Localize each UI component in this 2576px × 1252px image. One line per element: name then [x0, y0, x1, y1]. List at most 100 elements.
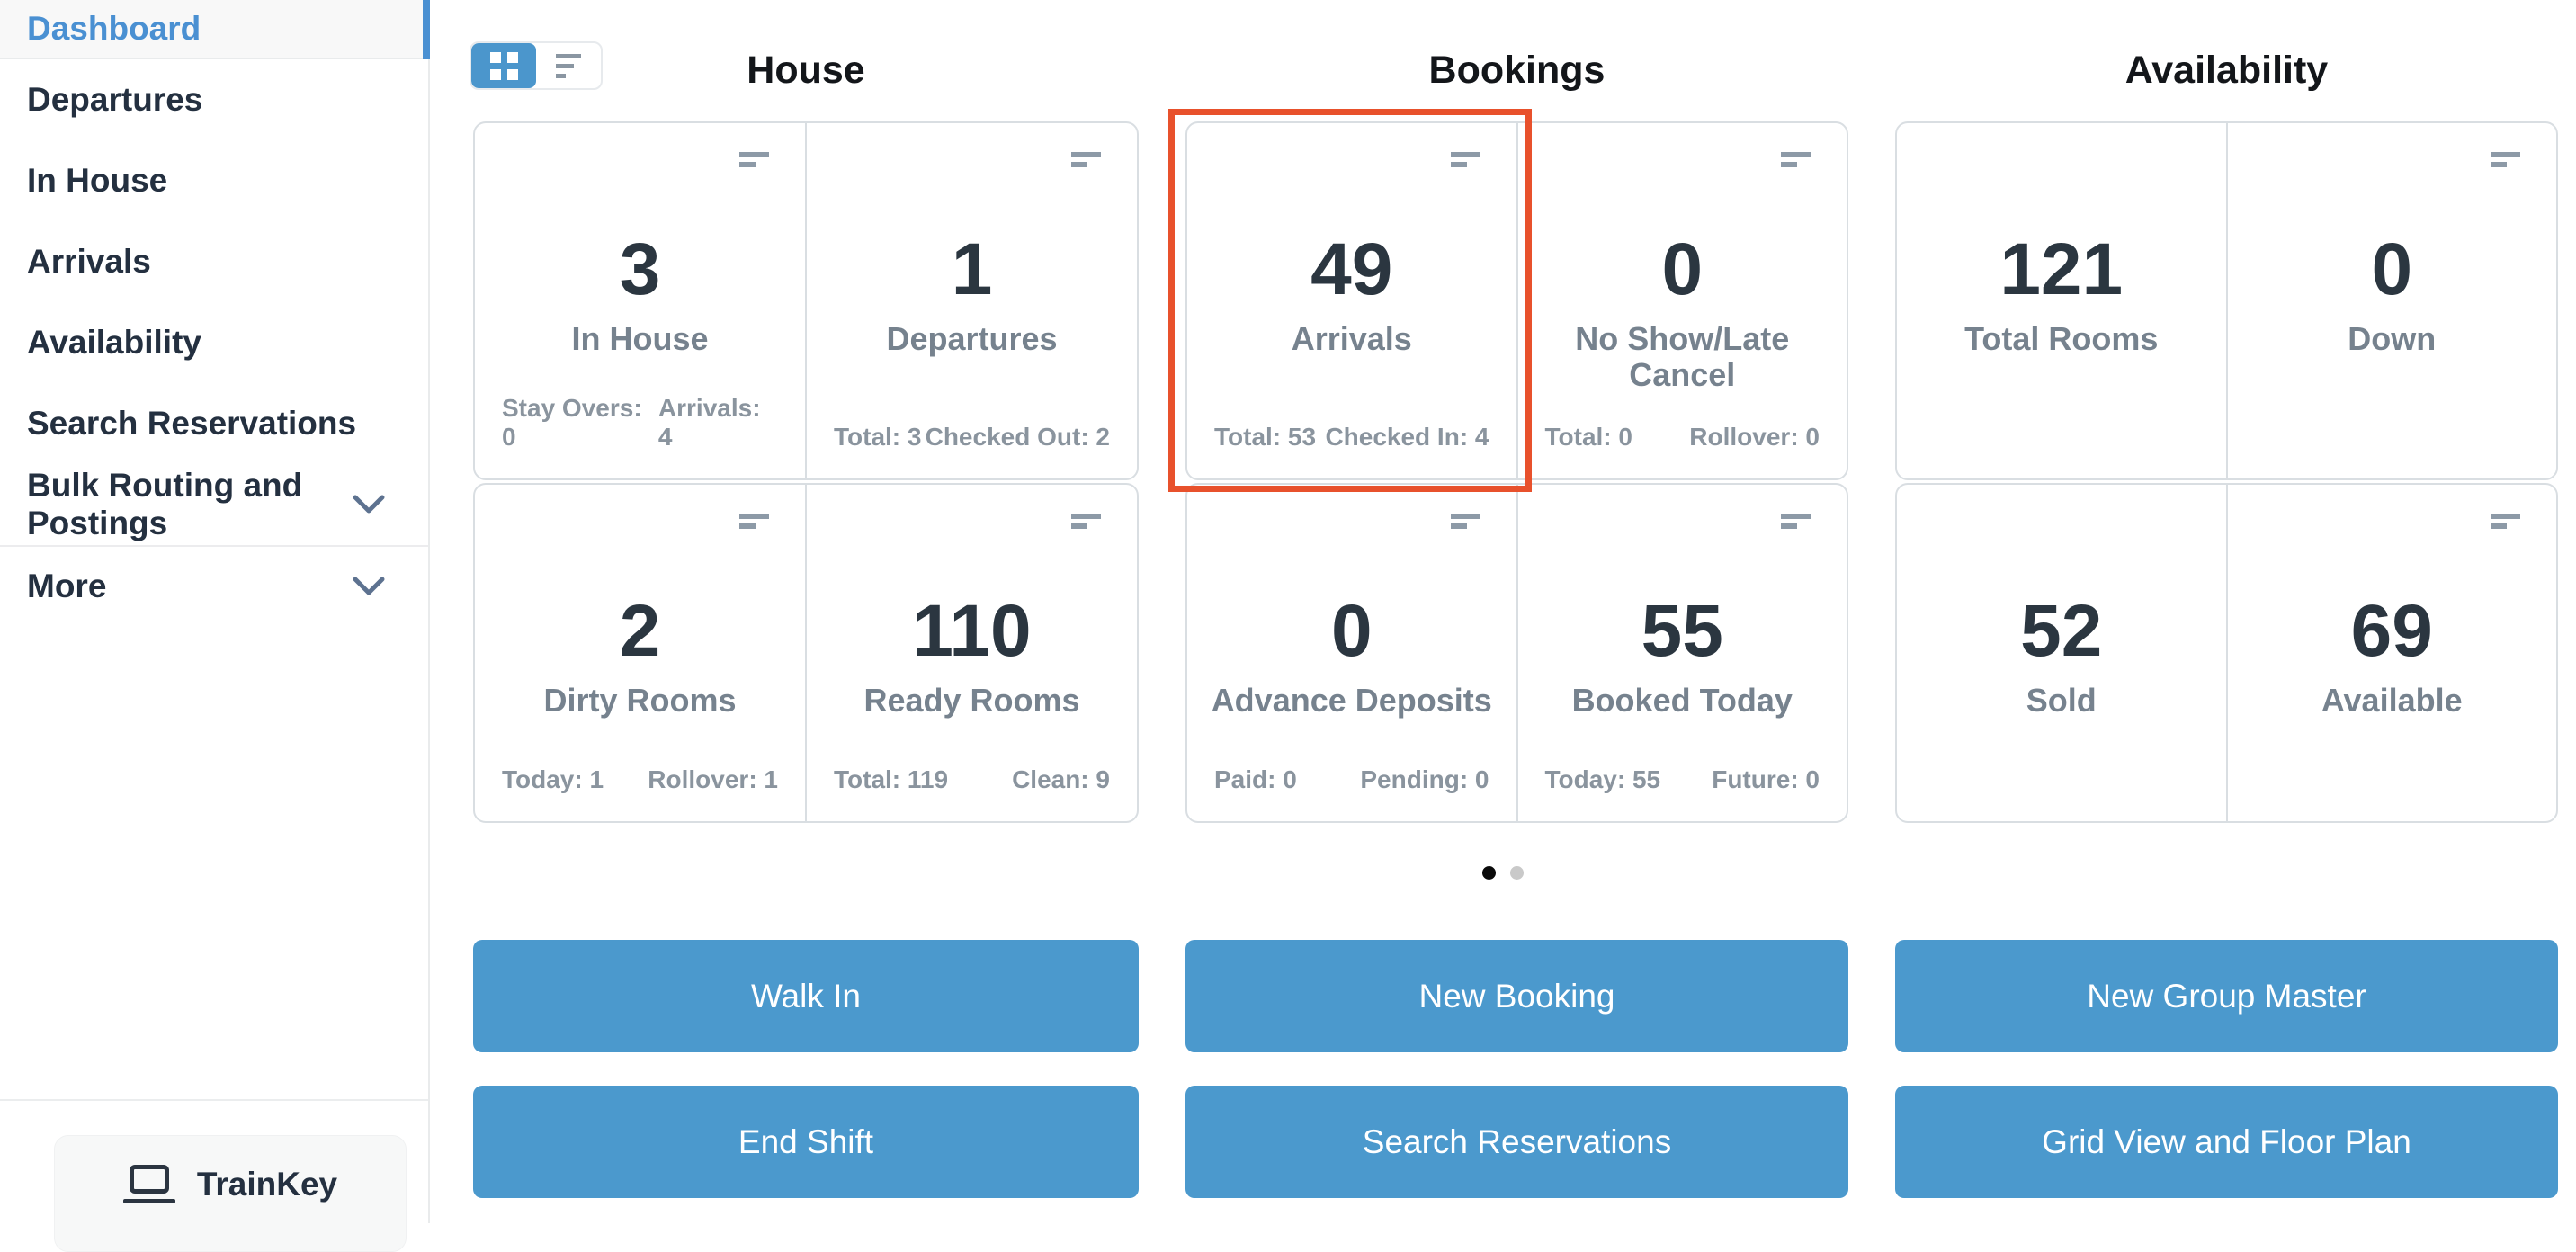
card-menu-icon[interactable]	[2491, 514, 2520, 529]
card-label: In House	[571, 320, 709, 357]
section-title-availability: Availability	[2124, 49, 2329, 92]
card-menu-icon[interactable]	[1450, 514, 1480, 529]
sidebar-item-in-house[interactable]: In House	[0, 140, 428, 221]
card-stat-left: Total: 53	[1214, 423, 1317, 451]
card-in-house[interactable]: 3 In House Stay Overs: 0 Arrivals: 4	[475, 123, 805, 478]
card-departures[interactable]: 1 Departures Total: 3 Checked Out: 2	[805, 123, 1137, 478]
brand-label: TrainKey	[196, 1166, 338, 1203]
card-label: Departures	[886, 320, 1058, 357]
card-total-rooms[interactable]: 121 Total Rooms	[1897, 123, 2226, 478]
card-no-show-late-cancel[interactable]: 0 No Show/Late Cancel Total: 0 Rollover:…	[1516, 123, 1847, 478]
sidebar-item-bulk-routing-and-postings[interactable]: Bulk Routing and Postings	[0, 464, 428, 545]
card-value: 0	[1330, 590, 1373, 672]
card-value: 3	[619, 228, 661, 310]
carousel-pagination	[430, 866, 2576, 880]
search-reservations-button[interactable]: Search Reservations	[1185, 1086, 1848, 1198]
new-group-master-button[interactable]: New Group Master	[1895, 940, 2558, 1052]
card-label: Dirty Rooms	[543, 682, 737, 719]
card-menu-icon[interactable]	[1071, 514, 1101, 529]
card-value: 49	[1310, 228, 1393, 310]
card-value: 121	[1999, 228, 2124, 310]
card-stat-right: Rollover: 1	[648, 765, 778, 793]
card-menu-icon[interactable]	[1781, 152, 1811, 167]
card-value: 0	[1661, 228, 1704, 310]
house-row-bottom: 2 Dirty Rooms Today: 1 Rollover: 1 110 R…	[473, 483, 1139, 823]
sidebar-item-label: Arrivals	[27, 243, 151, 280]
card-label: Ready Rooms	[863, 682, 1080, 719]
card-sold[interactable]: 52 Sold	[1897, 485, 2226, 821]
card-label: No Show/Late Cancel	[1575, 320, 1790, 393]
sidebar-item-label: Departures	[27, 81, 203, 118]
card-label: Total Rooms	[1964, 320, 2159, 357]
laptop-icon	[122, 1165, 175, 1206]
chevron-down-icon	[353, 495, 385, 514]
card-value: 0	[2371, 228, 2413, 310]
card-stat-right: Arrivals: 4	[657, 394, 761, 451]
bookings-row-top: 49 Arrivals Total: 53 Checked In: 4 0 No…	[1185, 121, 1848, 480]
card-menu-icon[interactable]	[1071, 152, 1101, 167]
end-shift-button[interactable]: End Shift	[473, 1086, 1139, 1198]
trainkey-button[interactable]: TrainKey	[54, 1135, 407, 1252]
card-label: Booked Today	[1571, 682, 1793, 719]
sidebar-item-label: In House	[27, 162, 168, 199]
sidebar-item-more[interactable]: More	[0, 545, 428, 626]
new-booking-button[interactable]: New Booking	[1185, 940, 1848, 1052]
card-menu-icon[interactable]	[739, 152, 769, 167]
card-label: Down	[2348, 320, 2437, 357]
card-stat-left: Today: 1	[502, 765, 604, 793]
active-indicator-bar	[423, 0, 430, 59]
availability-row-top: 121 Total Rooms 0 Down	[1895, 121, 2558, 480]
sidebar: Dashboard Departures In House Arrivals A…	[0, 0, 430, 1252]
card-value: 110	[912, 590, 1032, 672]
section-title-bookings: Bookings	[1428, 49, 1606, 92]
card-label: Available	[2321, 682, 2463, 719]
card-value: 2	[619, 590, 661, 672]
card-label: Advance Deposits	[1211, 682, 1492, 719]
card-stat-left: Paid: 0	[1214, 765, 1297, 793]
availability-row-bottom: 52 Sold 69 Available	[1895, 483, 2558, 823]
sidebar-item-dashboard[interactable]: Dashboard	[0, 0, 430, 59]
card-dirty-rooms[interactable]: 2 Dirty Rooms Today: 1 Rollover: 1	[475, 485, 805, 821]
sidebar-item-search-reservations[interactable]: Search Reservations	[0, 383, 428, 464]
card-label: Sold	[2026, 682, 2097, 719]
sidebar-item-departures[interactable]: Departures	[0, 59, 428, 140]
pagination-dot[interactable]	[1510, 866, 1524, 880]
card-stat-right: Checked Out: 2	[925, 423, 1110, 451]
card-menu-icon[interactable]	[1450, 152, 1480, 167]
card-menu-icon[interactable]	[739, 514, 769, 529]
card-booked-today[interactable]: 55 Booked Today Today: 55 Future: 0	[1516, 485, 1847, 821]
card-value: 69	[2350, 590, 2433, 672]
card-advance-deposits[interactable]: 0 Advance Deposits Paid: 0 Pending: 0	[1187, 485, 1516, 821]
pagination-dot-active[interactable]	[1482, 866, 1496, 880]
card-label: Arrivals	[1291, 320, 1412, 357]
house-row-top: 3 In House Stay Overs: 0 Arrivals: 4 1 D…	[473, 121, 1139, 480]
card-value: 1	[951, 228, 993, 310]
card-stat-right: Future: 0	[1712, 765, 1820, 793]
card-down[interactable]: 0 Down	[2225, 123, 2557, 478]
card-available[interactable]: 69 Available	[2225, 485, 2557, 821]
sidebar-item-label: Dashboard	[27, 10, 201, 47]
card-menu-icon[interactable]	[1781, 514, 1811, 529]
sidebar-item-availability[interactable]: Availability	[0, 302, 428, 383]
card-ready-rooms[interactable]: 110 Ready Rooms Total: 119 Clean: 9	[805, 485, 1137, 821]
card-stat-left: Stay Overs: 0	[502, 394, 642, 451]
sidebar-item-label: More	[27, 568, 107, 604]
card-stat-right: Checked In: 4	[1325, 423, 1489, 451]
sidebar-item-arrivals[interactable]: Arrivals	[0, 221, 428, 302]
sidebar-footer-divider	[0, 1099, 428, 1101]
card-arrivals[interactable]: 49 Arrivals Total: 53 Checked In: 4	[1187, 123, 1516, 478]
card-stat-left: Total: 3	[834, 423, 922, 451]
section-title-house: House	[747, 49, 865, 92]
card-value: 52	[2020, 590, 2103, 672]
grid-view-and-floor-plan-button[interactable]: Grid View and Floor Plan	[1895, 1086, 2558, 1198]
walk-in-button[interactable]: Walk In	[473, 940, 1139, 1052]
card-value: 55	[1641, 590, 1723, 672]
card-menu-icon[interactable]	[2491, 152, 2520, 167]
card-stat-left: Today: 55	[1544, 765, 1661, 793]
sidebar-item-label: Availability	[27, 324, 201, 361]
card-stat-left: Total: 0	[1544, 423, 1632, 451]
chevron-down-icon	[353, 577, 385, 596]
card-stat-right: Rollover: 0	[1689, 423, 1820, 451]
card-stat-right: Clean: 9	[1012, 765, 1110, 793]
card-stat-left: Total: 119	[834, 765, 949, 793]
